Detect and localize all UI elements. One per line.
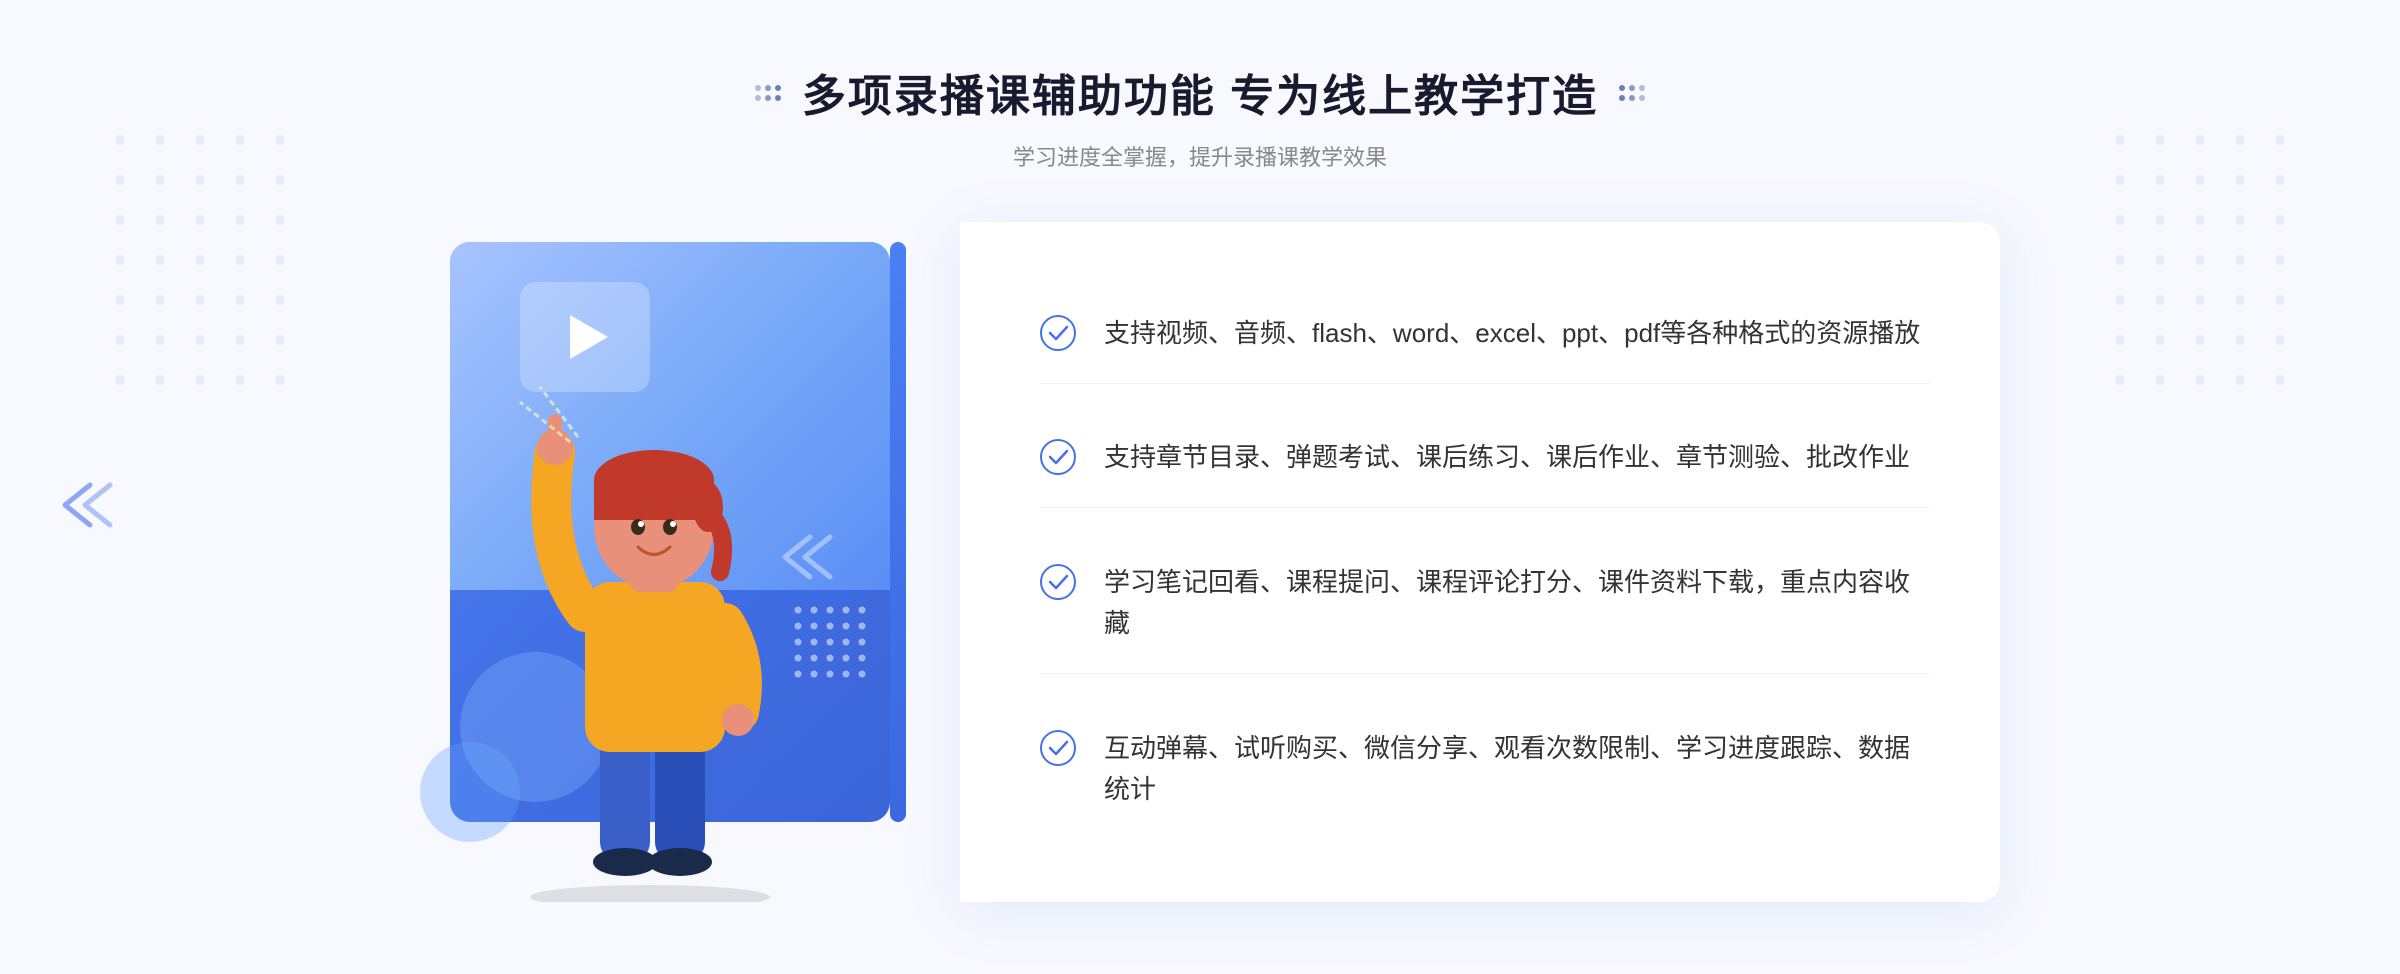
illustration-panel — [400, 222, 960, 902]
content-area: 支持视频、音频、flash、word、excel、ppt、pdf等各种格式的资源… — [400, 222, 2000, 902]
check-icon-2 — [1040, 439, 1076, 475]
header-section: 多项录播课辅助功能 专为线上教学打造 学习进度全掌握，提升录播课教学效果 — [754, 60, 1646, 172]
features-panel: 支持视频、音频、flash、word、excel、ppt、pdf等各种格式的资源… — [960, 222, 2000, 902]
feature-text-3: 学习笔记回看、课程提问、课程评论打分、课件资料下载，重点内容收藏 — [1104, 562, 1930, 645]
feature-item-2: 支持章节目录、弹题考试、课后练习、课后作业、章节测验、批改作业 — [1040, 409, 1930, 508]
feature-text-4: 互动弹幕、试听购买、微信分享、观看次数限制、学习进度跟踪、数据统计 — [1104, 728, 1930, 811]
main-title: 多项录播课辅助功能 专为线上教学打造 — [802, 60, 1598, 124]
subtitle: 学习进度全掌握，提升录播课教学效果 — [754, 140, 1646, 172]
left-title-decorator — [754, 82, 782, 102]
person-illustration — [460, 352, 840, 902]
check-icon-3 — [1040, 564, 1076, 600]
page-wrapper: 多项录播课辅助功能 专为线上教学打造 学习进度全掌握，提升录播课教学效果 — [0, 0, 2400, 974]
feature-text-2: 支持章节目录、弹题考试、课后练习、课后作业、章节测验、批改作业 — [1104, 437, 1910, 479]
feature-item-4: 互动弹幕、试听购买、微信分享、观看次数限制、学习进度跟踪、数据统计 — [1040, 700, 1930, 839]
connect-bar — [890, 242, 906, 822]
left-chevron-decoration — [60, 480, 120, 535]
right-title-decorator — [1618, 82, 1646, 102]
check-icon-4 — [1040, 730, 1076, 766]
feature-item-1: 支持视频、音频、flash、word、excel、ppt、pdf等各种格式的资源… — [1040, 285, 1930, 384]
title-row: 多项录播课辅助功能 专为线上教学打造 — [754, 60, 1646, 124]
check-icon-1 — [1040, 315, 1076, 351]
feature-item-3: 学习笔记回看、课程提问、课程评论打分、课件资料下载，重点内容收藏 — [1040, 534, 1930, 674]
feature-text-1: 支持视频、音频、flash、word、excel、ppt、pdf等各种格式的资源… — [1104, 313, 1920, 355]
